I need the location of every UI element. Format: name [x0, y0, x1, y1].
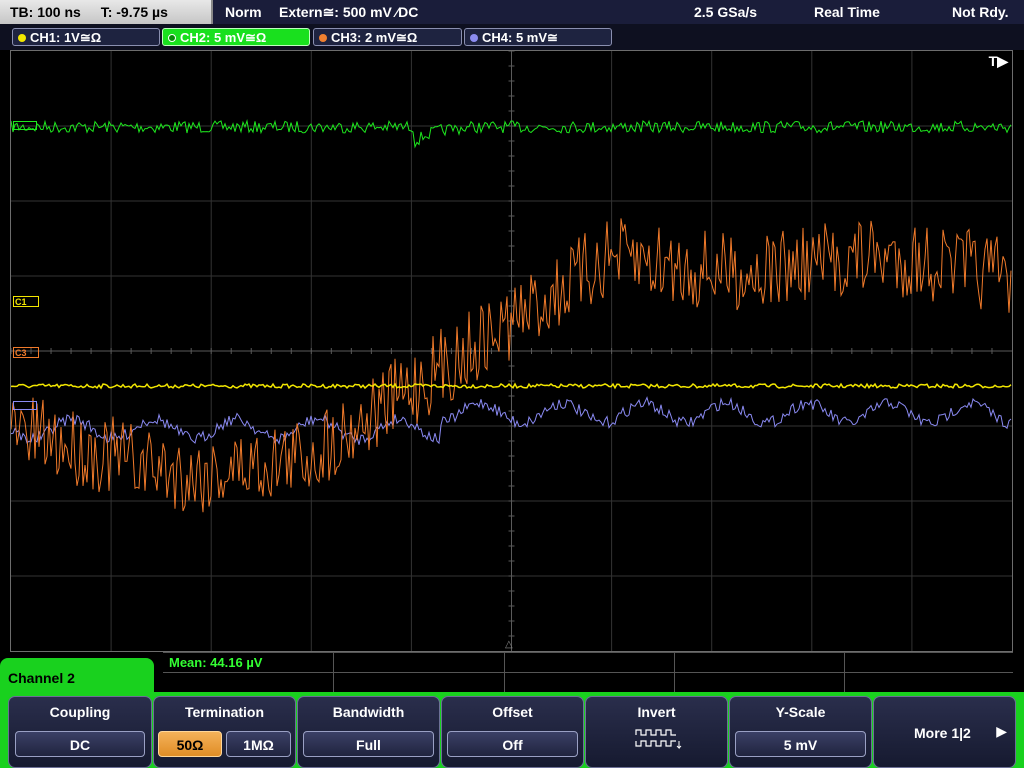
waveform-display[interactable]: T▶ C1 C3 △	[10, 50, 1013, 652]
channel-menu-title: Channel 2	[8, 670, 75, 686]
offset-title: Offset	[492, 704, 533, 720]
ch3-label: CH3: 2 mV≅Ω	[331, 30, 418, 45]
coupling-title: Coupling	[49, 704, 111, 720]
ch3-marker-label: C3	[15, 348, 27, 358]
bandwidth-value[interactable]: Full	[303, 731, 434, 757]
waveform-canvas	[11, 51, 1012, 651]
ch3-offset-marker[interactable]: C3	[13, 347, 39, 358]
ch1-dot-icon	[18, 34, 26, 42]
ch1-offset-marker[interactable]: C1	[13, 296, 39, 307]
ch4-offset-marker[interactable]	[13, 401, 37, 410]
yscale-title: Y-Scale	[775, 704, 826, 720]
coupling-value[interactable]: DC	[15, 731, 145, 757]
offset-softkey[interactable]: Offset Off	[441, 696, 584, 768]
ch4-dot-icon	[470, 34, 478, 42]
next-page-arrow-icon: ▶	[996, 723, 1007, 739]
more-label: More 1|2	[914, 725, 971, 741]
ch1-label: CH1: 1V≅Ω	[30, 30, 102, 45]
ch3-dot-icon	[319, 34, 327, 42]
channel-tab-3[interactable]: CH3: 2 mV≅Ω	[313, 28, 462, 46]
timebase-box[interactable]: TB: 100 ns T: -9.75 µs	[0, 0, 213, 24]
termination-softkey[interactable]: Termination 50Ω 1MΩ	[153, 696, 296, 768]
ch4-label: CH4: 5 mV≅	[482, 30, 558, 45]
trigger-position-text: T: -9.75 µs	[100, 4, 168, 20]
invert-waveform-icon	[635, 729, 682, 750]
ch1-marker-label: C1	[15, 297, 27, 307]
invert-softkey[interactable]: Invert	[585, 696, 728, 768]
channel-tab-4[interactable]: CH4: 5 mV≅	[464, 28, 612, 46]
ch2-dot-icon	[168, 34, 176, 42]
trigger-time-marker-icon: △	[505, 639, 513, 650]
ch2-label: CH2: 5 mV≅Ω	[180, 30, 267, 45]
invert-title: Invert	[637, 704, 676, 720]
offset-value[interactable]: Off	[447, 731, 578, 757]
bandwidth-title: Bandwidth	[332, 704, 405, 720]
meas-row-divider	[163, 672, 1013, 673]
acquisition-mode: Real Time	[814, 4, 880, 20]
timebase-text: TB: 100 ns	[10, 4, 81, 20]
ready-state: Not Rdy.	[952, 4, 1009, 20]
ch2-offset-marker[interactable]	[13, 121, 37, 130]
termination-title: Termination	[184, 704, 265, 720]
channel-tab-1[interactable]: CH1: 1V≅Ω	[12, 28, 160, 46]
coupling-softkey[interactable]: Coupling DC	[8, 696, 152, 768]
termination-1m-ohm-option[interactable]: 1MΩ	[226, 731, 291, 757]
trigger-mode[interactable]: Norm	[225, 0, 262, 24]
graticule	[11, 51, 1012, 651]
yscale-value[interactable]: 5 mV	[735, 731, 866, 757]
trigger-source[interactable]: Extern≅: 500 mV ⁄DC	[279, 0, 418, 24]
yscale-softkey[interactable]: Y-Scale 5 mV	[729, 696, 872, 768]
termination-50-ohm-option[interactable]: 50Ω	[158, 731, 222, 757]
sample-rate: 2.5 GSa/s	[694, 4, 758, 20]
more-softkey[interactable]: More 1|2 ▶	[873, 696, 1016, 768]
mean-measurement[interactable]: Mean: 44.16 µV	[169, 655, 262, 670]
channel-tab-2[interactable]: CH2: 5 mV≅Ω	[162, 28, 310, 46]
trigger-position-marker[interactable]: T▶	[989, 53, 1008, 70]
bandwidth-softkey[interactable]: Bandwidth Full	[297, 696, 440, 768]
